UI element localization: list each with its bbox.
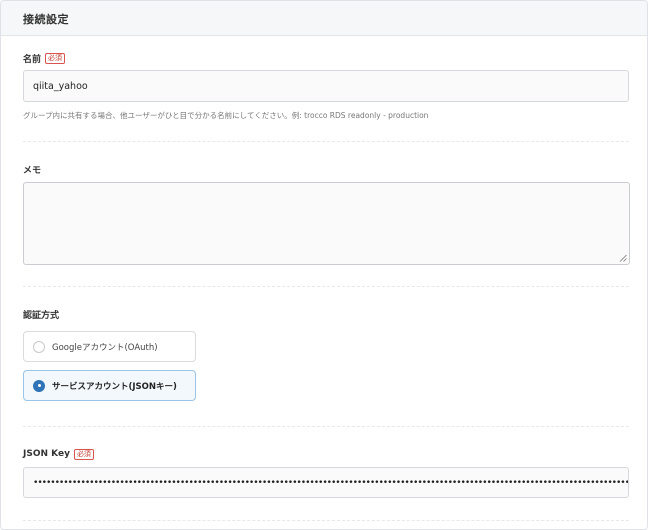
divider [23, 286, 629, 287]
json-key-label: JSON Key 必須 [23, 447, 94, 461]
auth-method-label: 認証方式 [23, 307, 59, 321]
resize-grip-icon[interactable] [619, 254, 627, 262]
required-badge: 必須 [45, 52, 66, 64]
name-help-text: グループ内に共有する場合、他ユーザーがひと目で分かる名前にしてください。例: t… [23, 111, 429, 120]
name-label-text: 名前 [23, 54, 42, 65]
name-label: 名前 必須 [23, 51, 66, 65]
divider [23, 426, 629, 427]
auth-method-label-text: 認証方式 [23, 310, 60, 321]
memo-textarea[interactable] [23, 182, 630, 265]
json-key-label-text: JSON Key [23, 449, 70, 459]
auth-option-label: Googleアカウント(OAuth) [52, 342, 158, 353]
auth-option-label: サービスアカウント(JSONキー) [52, 381, 177, 392]
divider [23, 141, 629, 142]
memo-label-text: メモ [23, 165, 42, 176]
json-key-input[interactable]: ••••••••••••••••••••••••••••••••••••••••… [23, 467, 629, 498]
required-badge: 必須 [73, 448, 94, 460]
name-input[interactable] [23, 70, 629, 102]
card-header: 接続設定 [1, 1, 647, 36]
connection-settings-card: 接続設定 名前 必須 グループ内に共有する場合、他ユーザーがひと目で分かる名前に… [0, 0, 648, 530]
radio-checked-icon[interactable] [33, 379, 45, 392]
memo-label: メモ [23, 162, 41, 176]
section-title: 接続設定 [23, 13, 69, 26]
radio-unchecked-icon[interactable] [33, 340, 45, 353]
json-key-masked-value: ••••••••••••••••••••••••••••••••••••••••… [33, 478, 629, 488]
auth-option-service-account[interactable]: サービスアカウント(JSONキー) [23, 370, 196, 401]
auth-option-google-oauth[interactable]: Googleアカウント(OAuth) [23, 331, 196, 362]
